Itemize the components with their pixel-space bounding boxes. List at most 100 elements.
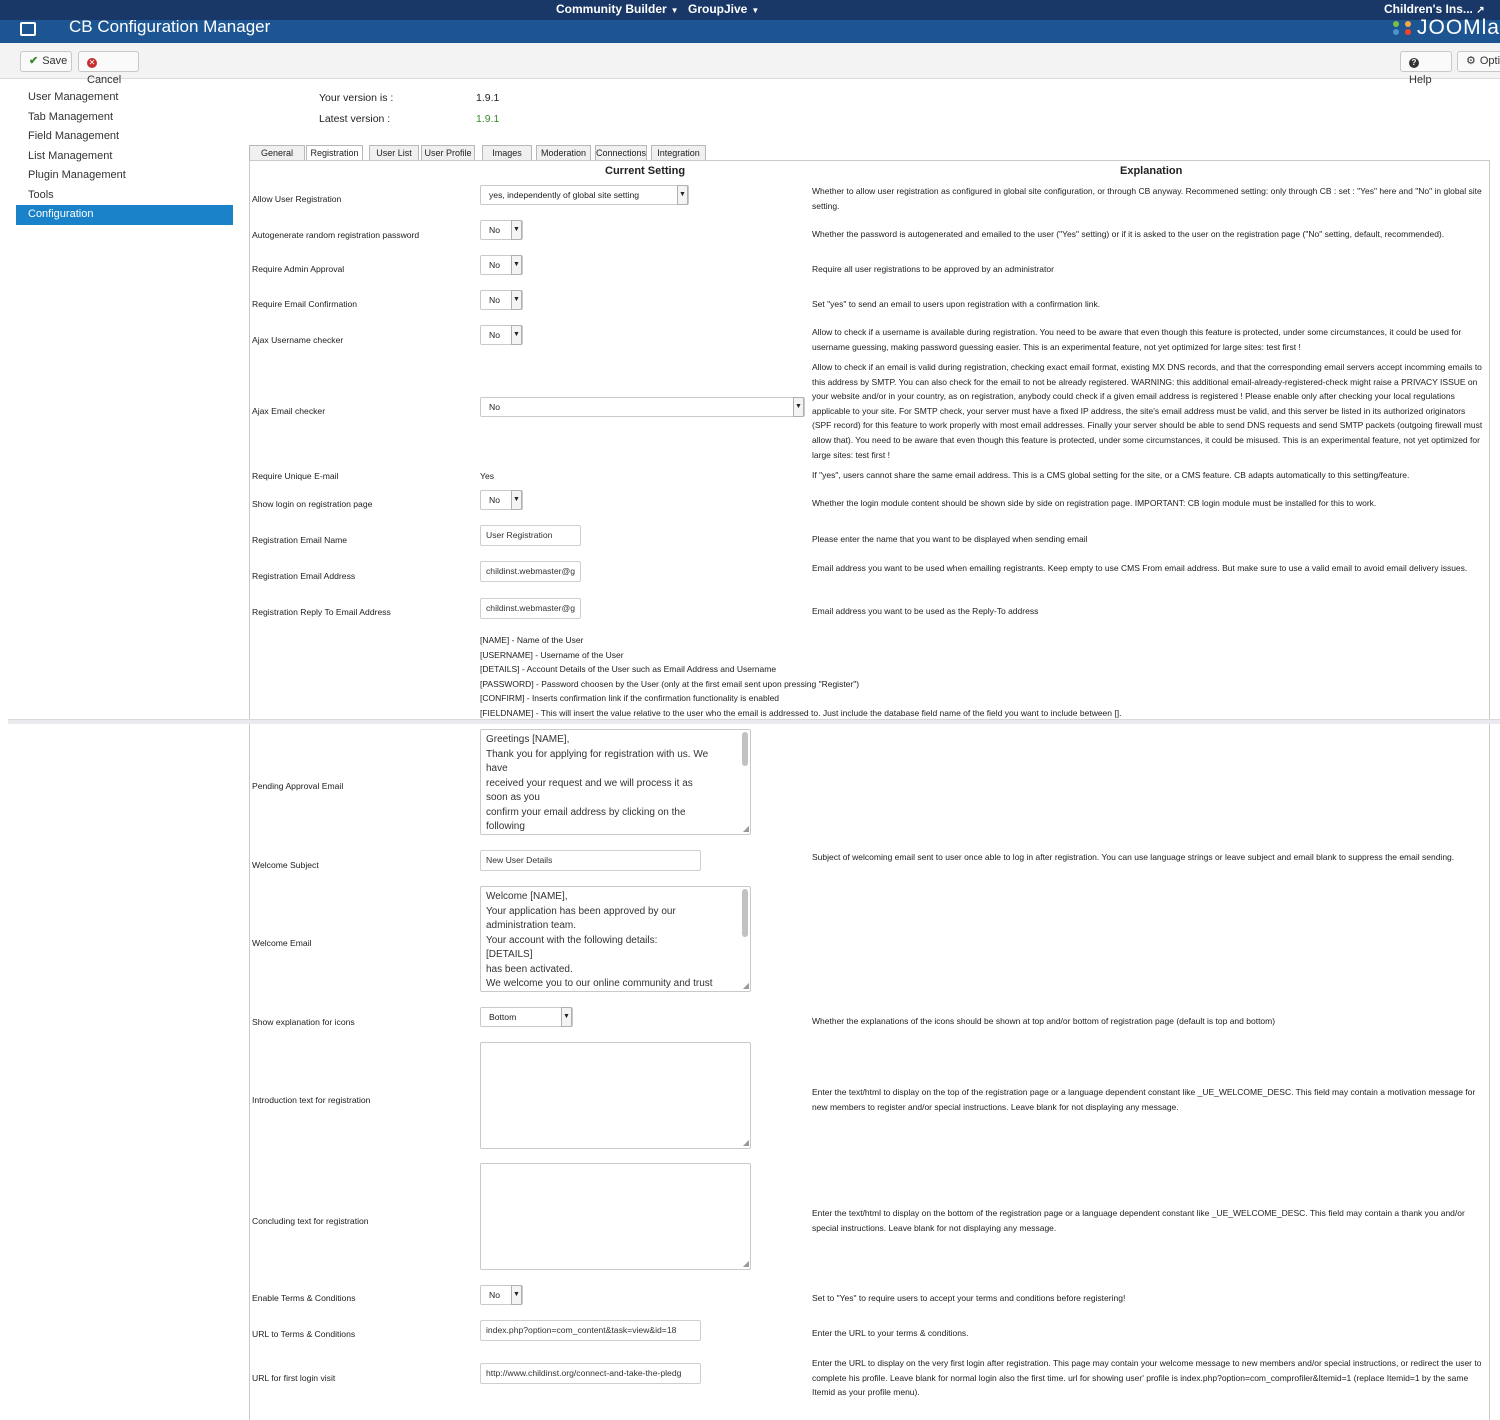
page-title: CB Configuration Manager (69, 17, 271, 36)
welcome-email-textarea[interactable]: Welcome [NAME], Your application has bee… (480, 886, 751, 992)
caret-down-icon: ▼ (751, 6, 760, 15)
tab-registration[interactable]: Registration (306, 145, 363, 161)
scrollbar-thumb[interactable] (742, 732, 748, 766)
chevron-down-icon: ▼ (511, 255, 522, 275)
terms-select[interactable]: No ▼ (480, 1285, 523, 1305)
resize-grip-icon[interactable]: ◢ (743, 1139, 749, 1147)
cancel-button[interactable]: ✕ Cancel (78, 51, 139, 86)
tab-connections[interactable]: Connections (595, 145, 647, 160)
latest-version-label: Latest version : (319, 113, 391, 125)
resize-grip-icon[interactable]: ◢ (743, 982, 749, 990)
icons-explanation-select[interactable]: Bottom ▼ (480, 1007, 573, 1027)
component-icon (20, 22, 36, 36)
tab-moderation[interactable]: Moderation (536, 145, 591, 160)
icons-explanation-label: Show explanation for icons (252, 1017, 355, 1027)
resize-grip-icon[interactable]: ◢ (743, 1260, 749, 1268)
menu-label: GroupJive (688, 2, 748, 16)
sidebar-item-field-management[interactable]: Field Management (16, 127, 233, 147)
textarea-line: [DETAILS] (486, 949, 533, 960)
cancel-label: Cancel (87, 74, 122, 86)
resize-grip-icon[interactable]: ◢ (743, 825, 749, 833)
autogen-password-explanation: Whether the password is autogenerated an… (812, 229, 1445, 239)
email-address-explanation: Email address you want to be used when e… (812, 563, 1468, 573)
first-login-url-explanation: Enter the URL to display on the very fir… (812, 1358, 1482, 1398)
tab-general[interactable]: General (249, 145, 305, 160)
tab-user-list[interactable]: User List (369, 145, 419, 160)
textarea-line: Thank you for applying for registration … (486, 748, 709, 760)
first-login-url-label: URL for first login visit (252, 1373, 336, 1383)
latest-version-value: 1.9.1 (476, 113, 500, 125)
select-value: No (489, 295, 500, 305)
chevron-down-icon: ▼ (561, 1007, 572, 1027)
reply-to-explanation: Email address you want to be used as the… (812, 606, 1039, 616)
your-version-label: Your version is : (319, 92, 394, 104)
unique-email-value: Yes (480, 471, 495, 481)
ajax-username-select[interactable]: No ▼ (480, 325, 523, 345)
tab-user-profile[interactable]: User Profile (421, 145, 475, 160)
your-version-value: 1.9.1 (476, 92, 500, 104)
email-confirmation-select[interactable]: No ▼ (480, 290, 523, 310)
gear-icon: ⚙ (1466, 55, 1476, 67)
chevron-down-icon: ▼ (511, 325, 522, 345)
textarea-line: received your request and we will proces… (486, 777, 693, 789)
sidebar-item-tools[interactable]: Tools (16, 186, 233, 206)
first-login-url-input[interactable]: http://www.childinst.org/connect-and-tak… (480, 1363, 701, 1384)
help-button[interactable]: ? Help (1400, 51, 1452, 86)
tab-integration[interactable]: Integration (651, 145, 706, 160)
options-button[interactable]: ⚙Options (1457, 51, 1500, 72)
pending-email-textarea[interactable]: Greetings [NAME], Thank you for applying… (480, 729, 751, 835)
sidebar-item-tab-management[interactable]: Tab Management (16, 108, 233, 128)
email-name-input[interactable]: User Registration (480, 525, 581, 546)
menu-groupjive[interactable]: GroupJive ▼ (688, 2, 759, 16)
menu-label: Community Builder (556, 2, 667, 16)
textarea-line: Greetings [NAME], (486, 734, 570, 745)
select-value: No (489, 402, 500, 412)
save-button[interactable]: ✔ Save (20, 51, 72, 72)
select-value: No (489, 1290, 500, 1300)
chevron-down-icon: ▼ (511, 490, 522, 510)
chevron-down-icon: ▼ (677, 185, 688, 205)
help-icon: ? (1409, 58, 1419, 68)
sidebar-item-plugin-management[interactable]: Plugin Management (16, 166, 233, 186)
textarea-line: We welcome you to our online community a… (486, 978, 713, 989)
terms-url-input[interactable]: index.php?option=com_content&task=view&i… (480, 1320, 701, 1341)
email-name-explanation: Please enter the name that you want to b… (812, 534, 1088, 544)
intro-text-textarea[interactable]: ◢ (480, 1042, 751, 1149)
sidebar-item-list-management[interactable]: List Management (16, 147, 233, 167)
screenshot-seam (8, 719, 1500, 724)
show-login-select[interactable]: No ▼ (480, 490, 523, 510)
email-address-label: Registration Email Address (252, 571, 356, 581)
sidebar-item-user-management[interactable]: User Management (16, 88, 233, 108)
concluding-text-explanation: Enter the text/html to display on the bo… (812, 1208, 1465, 1233)
concluding-text-textarea[interactable]: ◢ (480, 1163, 751, 1270)
textarea-line: following (486, 821, 525, 832)
reply-to-input[interactable]: childinst.webmaster@g (480, 598, 581, 619)
chevron-down-icon: ▼ (511, 1285, 522, 1305)
legend-line: [DETAILS] - Account Details of the User … (480, 664, 777, 675)
tab-images[interactable]: Images (482, 145, 532, 160)
scrollbar-thumb[interactable] (742, 889, 748, 937)
current-setting-header: Current Setting (605, 165, 686, 177)
ajax-email-select[interactable]: No ▼ (480, 397, 805, 417)
menu-community-builder[interactable]: Community Builder ▼ (556, 2, 679, 16)
welcome-subject-input[interactable]: New User Details (480, 850, 701, 871)
terms-url-label: URL to Terms & Conditions (252, 1329, 356, 1339)
help-label: Help (1409, 74, 1432, 86)
icons-explanation-explanation: Whether the explanations of the icons sh… (812, 1016, 1276, 1026)
site-preview-link[interactable]: Children's Ins... ↗ (1384, 2, 1485, 16)
caret-down-icon: ▼ (670, 6, 679, 15)
admin-approval-select[interactable]: No ▼ (480, 255, 523, 275)
select-value: No (489, 225, 500, 235)
select-value: No (489, 330, 500, 340)
joomla-logo: JOOMla (1391, 16, 1500, 40)
placeholder-legend: [NAME] - Name of the User [USERNAME] - U… (480, 633, 1121, 721)
email-address-input[interactable]: childinst.webmaster@g (480, 561, 581, 582)
textarea-line: Your application has been approved by ou… (486, 905, 676, 917)
autogen-password-select[interactable]: No ▼ (480, 220, 523, 240)
textarea-line: has been activated. (486, 963, 573, 975)
textarea-line: confirm your email address by clicking o… (486, 806, 686, 818)
sidebar-item-configuration[interactable]: Configuration (16, 205, 233, 225)
joomla-icon (1392, 21, 1411, 36)
allow-registration-select[interactable]: yes, independently of global site settin… (480, 185, 689, 205)
site-link-label: Children's Ins... (1384, 2, 1473, 16)
